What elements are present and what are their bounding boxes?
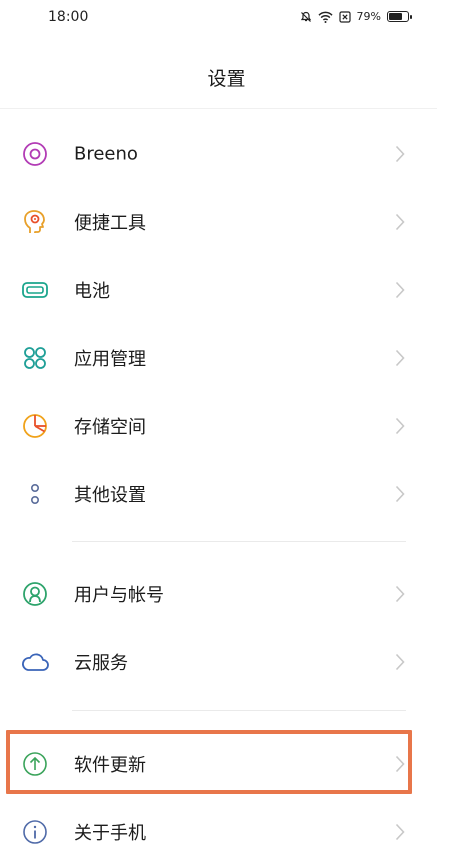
title-divider (0, 108, 437, 109)
info-icon (20, 817, 50, 847)
cloud-icon (20, 647, 50, 677)
user-account-icon (20, 579, 50, 609)
wifi-icon (318, 11, 333, 23)
chevron-right-icon (395, 417, 405, 435)
settings-item-about-phone[interactable]: 关于手机 (0, 798, 437, 866)
chevron-right-icon (395, 485, 405, 503)
chevron-right-icon (395, 349, 405, 367)
chevron-right-icon (395, 213, 405, 231)
page-title: 设置 (207, 68, 246, 90)
chevron-right-icon (395, 585, 405, 603)
chevron-right-icon (395, 145, 405, 163)
settings-item-storage[interactable]: 存储空间 (0, 392, 437, 460)
breeno-icon (20, 139, 50, 169)
settings-item-label: 存储空间 (74, 417, 146, 438)
silent-bell-icon (300, 11, 312, 23)
chevron-right-icon (395, 653, 405, 671)
settings-item-cloud-service[interactable]: 云服务 (0, 628, 437, 696)
settings-item-other[interactable]: 其他设置 (0, 460, 437, 528)
group-divider (72, 541, 406, 542)
status-bar: 18:00 79% (0, 0, 453, 40)
settings-item-label: 应用管理 (74, 349, 146, 370)
storage-pie-icon (20, 411, 50, 441)
settings-item-breeno[interactable]: Breeno (0, 120, 437, 188)
more-dots-icon (20, 479, 50, 509)
status-time: 18:00 (48, 9, 89, 25)
sim-x-icon (338, 10, 351, 23)
settings-item-tools[interactable]: 便捷工具 (0, 188, 437, 256)
chevron-right-icon (395, 281, 405, 299)
chevron-right-icon (395, 823, 405, 841)
status-icons: 79% (300, 10, 412, 23)
settings-item-label: 其他设置 (74, 485, 146, 506)
settings-item-label: 用户与帐号 (74, 585, 164, 606)
battery-setting-icon (20, 275, 50, 305)
group-divider (72, 710, 406, 711)
apps-grid-icon (20, 343, 50, 373)
settings-item-user-account[interactable]: 用户与帐号 (0, 560, 437, 628)
settings-item-label: 电池 (74, 281, 110, 302)
settings-item-label: Breeno (74, 143, 138, 165)
battery-percent: 79% (356, 10, 381, 23)
settings-item-label: 关于手机 (74, 823, 146, 844)
settings-item-battery[interactable]: 电池 (0, 256, 437, 324)
battery-icon (387, 11, 412, 22)
tools-head-icon (20, 207, 50, 237)
highlight-box (6, 730, 412, 794)
settings-item-app-management[interactable]: 应用管理 (0, 324, 437, 392)
settings-item-label: 云服务 (74, 653, 128, 674)
settings-item-label: 便捷工具 (74, 213, 146, 234)
